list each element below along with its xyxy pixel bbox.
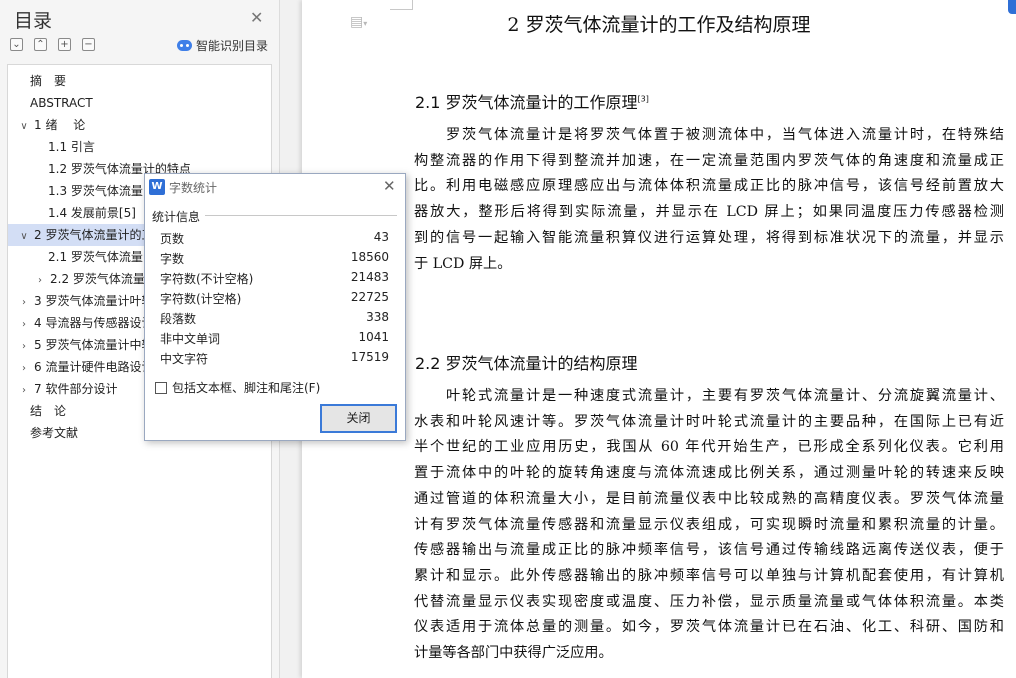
toc-item[interactable]: ∨ 1 绪 论 (8, 114, 271, 136)
chapter-title: 2 罗茨气体流量计的工作及结构原理 (507, 14, 811, 36)
stat-value: 43 (373, 230, 389, 244)
toc-title: 目录 (14, 10, 53, 32)
citation-ref: [3] (637, 94, 649, 104)
chevron-right-icon[interactable]: › (18, 292, 30, 312)
dialog-title: 字数统计 (169, 181, 218, 195)
paragraph-line: 计量等各部门中获得广泛应用。 (414, 645, 613, 662)
expand-all-icon[interactable]: ⌄ (10, 38, 23, 51)
wps-app-icon: W (149, 179, 165, 195)
stat-label: 中文字符 (160, 352, 209, 366)
toc-item-label: 5 罗茨气体流量计中轮 (34, 338, 154, 352)
toc-item-label: 参考文献 (30, 426, 79, 440)
section-divider (205, 215, 397, 216)
robot-icon (177, 40, 192, 51)
stat-label: 字符数(计空格) (160, 292, 242, 306)
paragraph-line: 水表和叶轮风速计等。罗茨气体流量计时叶轮式流量计的主要品种，在国际上已有近 (414, 413, 1004, 430)
chevron-down-icon[interactable]: ∨ (18, 116, 30, 136)
collapse-all-icon[interactable]: ⌃ (34, 38, 47, 51)
stat-label: 非中文单词 (160, 332, 221, 346)
toc-item[interactable]: 1.1 引言 (8, 136, 271, 158)
toc-item-label: 6 流量计硬件电路设计 (34, 360, 154, 374)
toc-item-label: 2.1 罗茨气体流量 (48, 250, 143, 264)
paragraph-line: 构整流器的作用下得到整流并加速，在一定流量范围内罗茨气体的角速度和流量成正 (414, 152, 1004, 169)
paragraph-line: 累计和显示。此外传感器输出的脉冲频率信号可以单独与计算机配套使用，有计算机 (414, 567, 1004, 584)
chevron-right-icon[interactable]: › (18, 358, 30, 378)
section-heading-2-1: 2.1 罗茨气体流量计的工作原理[3] (415, 93, 649, 112)
stat-value: 22725 (350, 290, 389, 304)
smart-toc-button[interactable]: 智能识别目录 (177, 37, 268, 54)
toc-item-label: 1.1 引言 (48, 140, 95, 154)
checkbox-box[interactable] (155, 381, 167, 394)
paragraph-line: 计有罗茨气体流量传感器和流量显示仪表组成，可实现瞬时流量和累积流量的计量。 (414, 516, 1004, 533)
toc-item-label: 4 导流器与传感器设计 (34, 316, 154, 330)
word-count-dialog: W 字数统计 ✕ 统计信息 页数 43 字数 18560 字符数(不计空格) 21483 字… (144, 173, 406, 441)
toc-item-label: 结 论 (30, 404, 67, 418)
stat-label: 字符数(不计空格) (160, 272, 254, 286)
stat-label: 字数 (160, 252, 185, 266)
smart-toc-label: 智能识别目录 (196, 39, 269, 53)
toc-item-label: 2 罗茨气体流量计的工 (34, 228, 154, 242)
section-2-1-body: 罗茨气体流量计是将罗茨气体置于被测流体中，当气体进入流量计时，在特殊结 构整流器的… (414, 123, 1004, 277)
stat-value: 338 (366, 310, 389, 324)
paragraph-line: 置于流体中的叶轮的旋转角速度与流体流速成比例关系，通过测量叶轮的转速来反映 (414, 465, 1004, 482)
toc-item[interactable]: 摘 要 (8, 70, 271, 92)
paragraph-line: 叶轮式流量计是一种速度式流量计，主要有罗茨气体流量计、分流旋翼流量计、 (414, 388, 1004, 404)
chevron-down-icon[interactable]: ∨ (18, 226, 30, 246)
paragraph-line: 传感器输出与流量成正比的脉冲频率信号，该信号通过传输线路远离传送仪表，便于 (414, 542, 1004, 559)
toc-item[interactable]: ABSTRACT (8, 92, 271, 114)
checkbox-label: 包括文本框、脚注和尾注(F) (172, 381, 321, 395)
paragraph-line: 器放大，整形后将得到实际流量，并显示在 LCD 屏上；如果同温度压力传感器检测 (414, 204, 1004, 221)
stats-section-label: 统计信息 (152, 210, 201, 224)
chevron-right-icon[interactable]: › (34, 270, 46, 290)
stat-value: 17519 (350, 350, 389, 364)
stat-label: 页数 (160, 232, 185, 246)
dialog-close-icon[interactable]: ✕ (383, 177, 396, 195)
paragraph-line: 代替流量显示仪表实现密度或温度、压力补偿，显示质量流量或气体体积流量。本类 (414, 593, 1004, 610)
toc-item-label: 1 绪 论 (34, 118, 86, 132)
section-heading-2-2: 2.2 罗茨气体流量计的结构原理 (415, 354, 638, 373)
section-2-2-body: 叶轮式流量计是一种速度式流量计，主要有罗茨气体流量计、分流旋翼流量计、 水表和叶轮… (414, 384, 1004, 667)
add-level-icon[interactable]: + (58, 38, 71, 51)
toc-item-label: 摘 要 (30, 74, 67, 88)
paragraph-line: 于 LCD 屏上。 (414, 255, 512, 272)
stat-label: 段落数 (160, 312, 197, 326)
paragraph-line: 到的信号一起输入智能流量积算仪进行运算处理，将得到标准状况下的流量，并显示 (414, 229, 1004, 246)
toc-item-label: 1.4 发展前景[5] (48, 206, 136, 220)
include-textbox-checkbox[interactable]: 包括文本框、脚注和尾注(F) (155, 379, 320, 396)
paragraph-line: 通过管道的体积流量大小，是目前流量仪表中比较成熟的高精度仪表。罗茨气体流量 (414, 490, 1004, 507)
toc-item-label: 7 软件部分设计 (34, 382, 118, 396)
paragraph-line: 比。利用电磁感应原理感应出与流体体积流量成正比的脉冲信号，该信号经前置放大 (414, 178, 1004, 195)
paragraph-line: 仪表适用于流体总量的测量。如今，罗茨气体流量计已在石油、化工、科研、国防和 (414, 619, 1004, 636)
document-page[interactable]: ▤▾ 2 罗茨气体流量计的工作及结构原理 2.1 罗茨气体流量计的工作原理[3]… (302, 0, 1016, 678)
close-button[interactable]: 关闭 (320, 404, 397, 433)
toc-close-icon[interactable]: ✕ (250, 8, 263, 27)
chevron-right-icon[interactable]: › (18, 380, 30, 400)
chevron-right-icon[interactable]: › (18, 314, 30, 334)
paragraph-line: 罗茨气体流量计是将罗茨气体置于被测流体中，当气体进入流量计时，在特殊结 (414, 127, 1004, 143)
dialog-titlebar[interactable]: W 字数统计 ✕ (145, 174, 405, 200)
toc-item-label: 2.2 罗茨气体流量计 (50, 272, 157, 286)
toc-item-label: 1.3 罗茨气体流量 (48, 184, 143, 198)
stat-value: 1041 (358, 330, 389, 344)
stat-value: 21483 (350, 270, 389, 284)
paragraph-line: 半个世纪的工业应用历史，我国从 60 年代开始生产，已形成全系列化仪表。它利用 (414, 439, 1004, 456)
toc-item-label: 3 罗茨气体流量计叶轮 (34, 294, 154, 308)
chevron-right-icon[interactable]: › (18, 336, 30, 356)
page-corner-mark (412, 0, 413, 10)
remove-level-icon[interactable]: − (82, 38, 95, 51)
toc-item-label: ABSTRACT (30, 96, 93, 110)
stat-value: 18560 (350, 250, 389, 264)
